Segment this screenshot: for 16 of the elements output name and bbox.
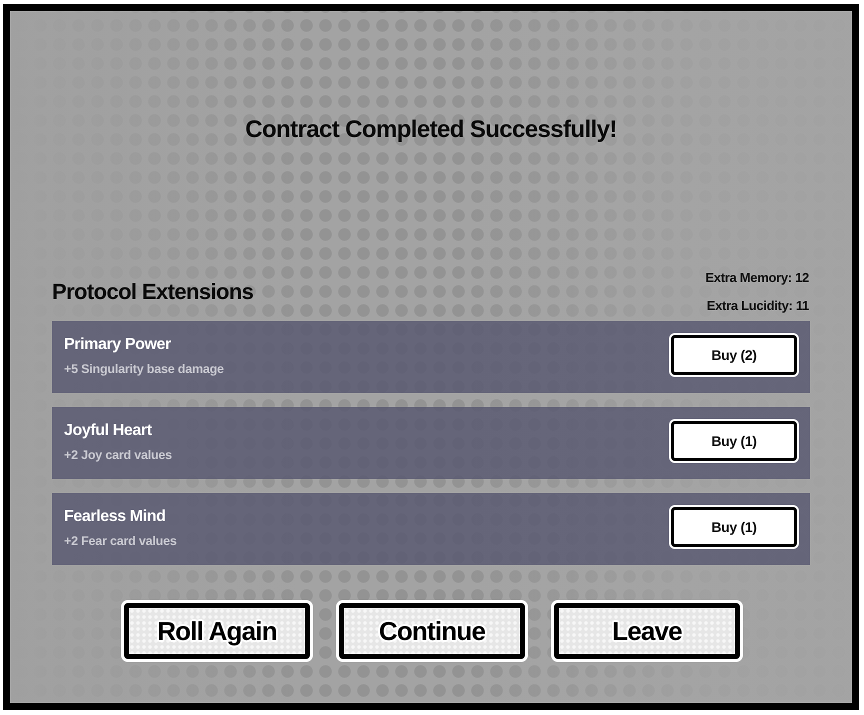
- action-button[interactable]: Roll Again: [124, 603, 310, 659]
- stat-text: Extra Lucidity: 11: [706, 297, 809, 315]
- buy-button[interactable]: Buy (2): [671, 335, 797, 375]
- extension-effect: +2 Fear card values: [64, 533, 177, 549]
- buy-button[interactable]: Buy (1): [671, 421, 797, 461]
- section-heading: Protocol Extensions: [52, 278, 254, 306]
- dialog-title: Contract Completed Successfully!: [245, 115, 617, 145]
- extension-effect: +2 Joy card values: [64, 447, 172, 463]
- stat-text: Extra Memory: 12: [705, 269, 809, 287]
- extension-effect: +5 Singularity base damage: [64, 361, 224, 377]
- extension-name: Primary Power: [64, 335, 172, 355]
- buy-button[interactable]: Buy (1): [671, 507, 797, 547]
- action-button[interactable]: Leave: [554, 603, 740, 659]
- action-button[interactable]: Continue: [339, 603, 525, 659]
- extension-name: Fearless Mind: [64, 507, 167, 527]
- extension-name: Joyful Heart: [64, 421, 153, 441]
